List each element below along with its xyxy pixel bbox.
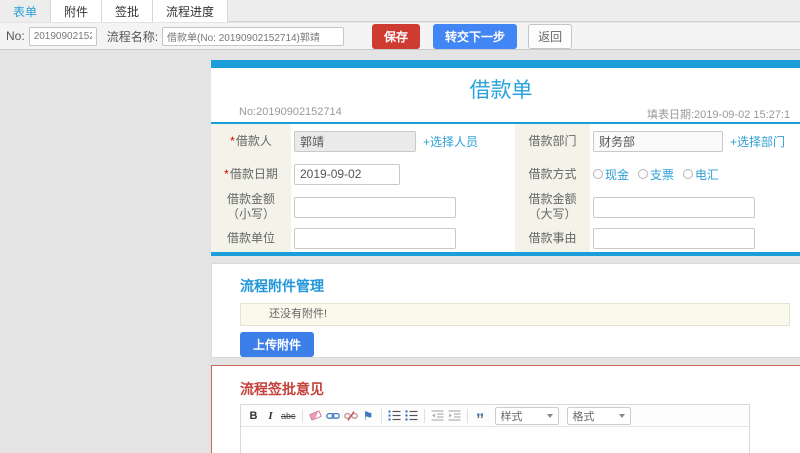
tab-process-progress[interactable]: 流程进度 (153, 0, 229, 22)
form-number-text: No:20190902152714 (239, 106, 342, 118)
rich-text-editor: B I abc ⚑ ” 样式 格式 (240, 404, 750, 453)
bulleted-list-icon[interactable] (404, 408, 418, 424)
radio-circle-icon[interactable] (683, 169, 694, 179)
radio-check[interactable]: 支票 (638, 166, 674, 183)
amount-lower-field-cell (291, 190, 515, 224)
styles-dropdown[interactable]: 样式 (494, 406, 559, 425)
loan-reason-input[interactable] (593, 227, 755, 249)
loan-unit-label-cell: 借款单位 (211, 224, 291, 252)
approval-opinion-card: 流程签批意见 B I abc ⚑ ” 样式 格式 (211, 365, 800, 453)
strikethrough-icon[interactable]: abc (281, 408, 296, 424)
loan-date-input[interactable] (294, 163, 400, 185)
loan-method-radio-group: 现金 支票 电汇 (593, 166, 719, 183)
attachments-card: 流程附件管理 还没有附件! 上传附件 (211, 263, 800, 358)
blockquote-icon[interactable]: ” (474, 408, 487, 428)
borrower-input[interactable] (294, 130, 416, 152)
chevron-down-icon (546, 413, 553, 418)
remove-format-icon[interactable] (308, 408, 322, 424)
bold-icon[interactable]: B (247, 408, 260, 424)
loan-method-field-cell: 现金 支票 电汇 (590, 158, 800, 190)
card-bottom-bar (211, 252, 800, 256)
radio-wire[interactable]: 电汇 (683, 166, 719, 183)
select-department-link[interactable]: +选择部门 (730, 133, 785, 150)
loan-date-label-cell: *借款日期 (211, 158, 291, 190)
back-button[interactable]: 返回 (528, 23, 573, 49)
amount-upper-input[interactable] (593, 196, 755, 218)
amount-upper-label-cell: 借款金额（大写） (515, 190, 590, 224)
upload-attachment-button[interactable]: 上传附件 (240, 332, 315, 357)
loan-reason-label-cell: 借款事由 (515, 224, 590, 252)
toolbar-separator (301, 408, 303, 423)
editor-toolbar: B I abc ⚑ ” 样式 格式 (241, 405, 749, 428)
attachments-heading: 流程附件管理 (240, 278, 324, 294)
approval-heading: 流程签批意见 (240, 381, 324, 397)
toolbar-separator (423, 408, 425, 423)
loan-form-table: *借款人 +选择人员 借款部门 +选择部门 *借款日期 借款方式 现金 支票 电… (211, 124, 800, 252)
no-label: No: (6, 29, 25, 43)
form-fill-date-text: 填表日期:2019-09-02 15:27:1 (647, 109, 791, 121)
transfer-next-step-button[interactable]: 转交下一步 (433, 23, 518, 49)
radio-circle-icon[interactable] (593, 169, 603, 179)
loan-method-label-cell: 借款方式 (515, 158, 590, 190)
loan-unit-field-cell (291, 224, 515, 252)
italic-icon[interactable]: I (264, 408, 277, 424)
loan-unit-input[interactable] (294, 227, 456, 249)
borrower-label-cell: *借款人 (211, 124, 291, 158)
save-button[interactable]: 保存 (372, 23, 421, 49)
toolbar-separator (380, 408, 382, 423)
indent-icon[interactable] (448, 408, 461, 424)
chevron-down-icon (618, 413, 625, 418)
required-marker: * (224, 166, 229, 181)
radio-cash[interactable]: 现金 (593, 166, 629, 183)
radio-circle-icon[interactable] (638, 169, 649, 179)
unlink-icon[interactable] (343, 408, 358, 424)
process-name-input[interactable] (162, 26, 345, 46)
link-icon[interactable] (325, 408, 340, 424)
toolbar-separator (466, 408, 468, 423)
department-field-cell: +选择部门 (590, 124, 800, 158)
page-title: 借款单 (469, 79, 533, 102)
card-top-bar (211, 60, 800, 68)
tab-form[interactable]: 表单 (0, 0, 52, 22)
no-input[interactable] (28, 26, 97, 46)
select-person-link[interactable]: +选择人员 (423, 133, 478, 150)
amount-lower-input[interactable] (294, 196, 456, 218)
process-name-label: 流程名称: (106, 29, 159, 44)
screen: 表单 附件 签批 流程进度 No: 流程名称: 保存 转交下一步 返回 借款单 … (0, 0, 800, 453)
loan-form-card: 借款单 No:20190902152714 填表日期:2019-09-02 15… (211, 60, 800, 256)
amount-lower-label-cell: 借款金额（小写） (211, 190, 291, 224)
numbered-list-icon[interactable] (388, 408, 401, 424)
tab-bar: 表单 附件 签批 流程进度 (0, 0, 800, 22)
editor-content-area[interactable] (241, 427, 749, 453)
action-toolbar: No: 流程名称: 保存 转交下一步 返回 (0, 23, 800, 50)
tab-attachments[interactable]: 附件 (51, 0, 103, 22)
amount-upper-field-cell (590, 190, 800, 224)
loan-reason-field-cell (590, 224, 800, 252)
tab-approval[interactable]: 签批 (102, 0, 154, 22)
format-dropdown[interactable]: 格式 (566, 406, 631, 425)
flag-anchor-icon[interactable]: ⚑ (362, 408, 375, 424)
department-label-cell: 借款部门 (515, 124, 590, 158)
loan-date-field-cell (291, 158, 515, 190)
no-attachments-alert: 还没有附件! (240, 303, 790, 326)
outdent-icon[interactable] (431, 408, 444, 424)
borrower-field-cell: +选择人员 (291, 124, 515, 158)
required-marker: * (230, 133, 235, 148)
department-input[interactable] (593, 130, 723, 152)
